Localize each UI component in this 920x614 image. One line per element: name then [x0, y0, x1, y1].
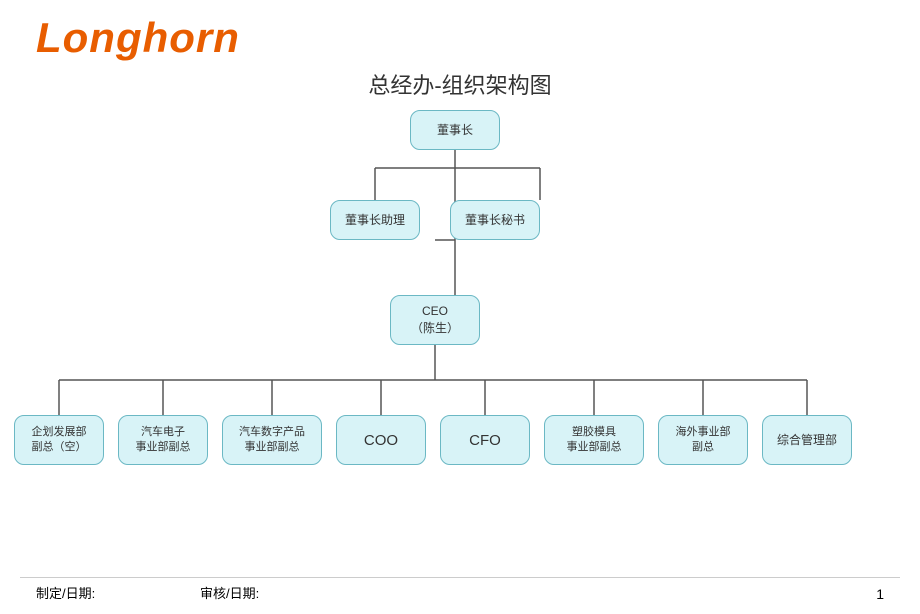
page-title: 总经办-组织架构图 [0, 68, 920, 100]
node-chairman: 董事长 [410, 110, 500, 150]
node-dept2: 汽车电子 事业部副总 [118, 415, 208, 465]
footer-audit: 审核/日期: [200, 583, 259, 602]
org-chart: 董事长 董事长助理 董事长秘书 CEO （陈生） 企划发展部 副总（空） 汽车电… [0, 100, 920, 574]
node-assistant: 董事长助理 [330, 200, 420, 240]
node-coo: COO [336, 415, 426, 465]
node-dept7: 海外事业部 副总 [658, 415, 748, 465]
node-secretary: 董事长秘书 [450, 200, 540, 240]
logo: Longhorn [36, 14, 240, 62]
footer-divider [20, 577, 900, 578]
node-dept3: 汽车数字产品 事业部副总 [222, 415, 322, 465]
node-ceo: CEO （陈生） [390, 295, 480, 345]
node-dept6: 塑胶模具 事业部副总 [544, 415, 644, 465]
node-cfo: CFO [440, 415, 530, 465]
footer-page: 1 [876, 586, 884, 602]
node-dept8: 综合管理部 [762, 415, 852, 465]
node-dept1: 企划发展部 副总（空） [14, 415, 104, 465]
footer-made: 制定/日期: [36, 583, 95, 602]
